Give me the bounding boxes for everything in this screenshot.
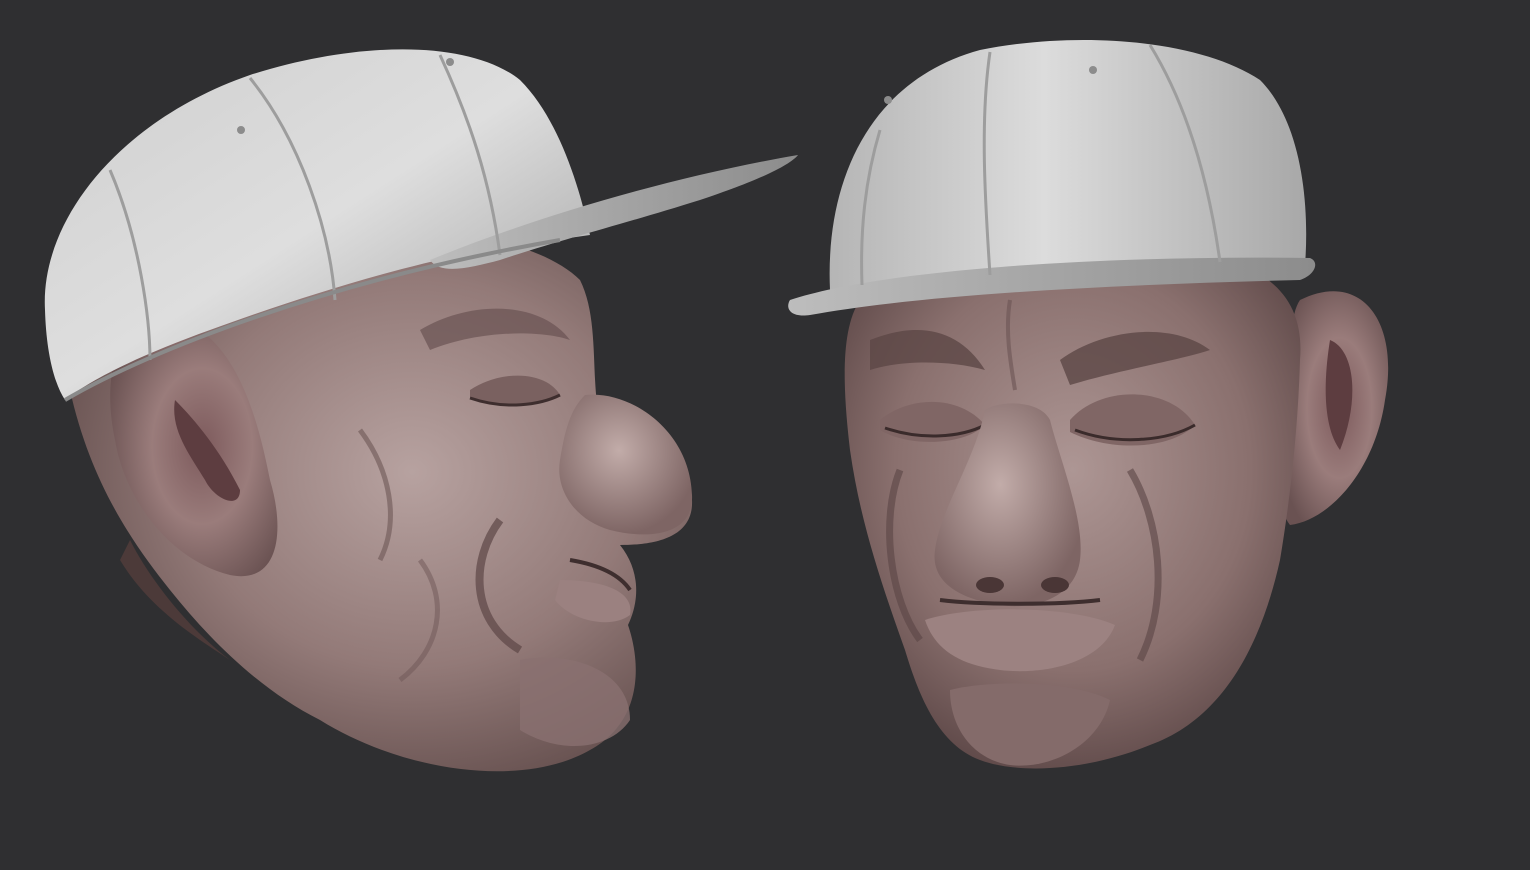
side-cap-eyelet [237, 126, 245, 134]
front-nostril [1041, 577, 1069, 593]
front-view-head [844, 253, 1389, 769]
front-nostril [976, 577, 1004, 593]
side-cap-eyelet [446, 58, 454, 66]
viewport-canvas [0, 0, 1530, 870]
front-cap-eyelet [884, 96, 892, 104]
front-cap-crown [829, 40, 1307, 290]
front-cap-eyelet [1089, 66, 1097, 74]
front-view-cap [788, 40, 1316, 316]
render-scene [44, 40, 1389, 772]
